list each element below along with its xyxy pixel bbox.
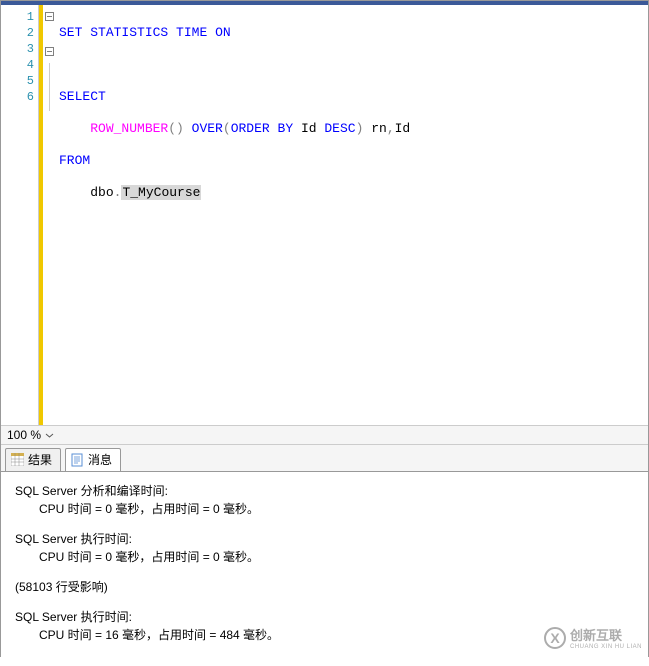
fold-line xyxy=(49,63,50,79)
watermark: X 创新互联 CHUANG XIN HU LIAN xyxy=(544,625,642,650)
result-tabs: 结果 消息 xyxy=(1,444,648,472)
keyword: ON xyxy=(215,25,231,40)
tab-messages[interactable]: 消息 xyxy=(65,448,121,471)
code-line[interactable]: SELECT xyxy=(59,89,648,105)
keyword: SET xyxy=(59,25,82,40)
keyword: DESC xyxy=(324,121,355,136)
chevron-down-icon[interactable] xyxy=(45,431,54,440)
code-text-area[interactable]: SET STATISTICS TIME ON SELECT ROW_NUMBER… xyxy=(57,5,648,425)
watermark-brand: 创新互联 xyxy=(570,628,622,643)
message-detail: CPU 时间 = 0 毫秒，占用时间 = 0 毫秒。 xyxy=(15,548,634,566)
document-icon xyxy=(70,453,84,467)
fold-toggle-icon[interactable] xyxy=(45,12,54,21)
zoom-level[interactable]: 100 % xyxy=(7,428,41,442)
message-header: SQL Server 执行时间: xyxy=(15,608,634,626)
code-line[interactable] xyxy=(59,57,648,73)
zoom-bar[interactable]: 100 % xyxy=(1,425,648,444)
code-line[interactable]: ROW_NUMBER() OVER(ORDER BY Id DESC) rn,I… xyxy=(59,121,648,137)
line-number: 5 xyxy=(1,73,34,89)
function: ROW_NUMBER xyxy=(90,121,168,136)
identifier: dbo xyxy=(90,185,113,200)
watermark-logo-icon: X xyxy=(544,627,566,649)
operator: ( xyxy=(223,121,231,136)
message-header: SQL Server 分析和编译时间: xyxy=(15,482,634,500)
grid-icon xyxy=(10,453,24,467)
message-detail: CPU 时间 = 16 毫秒，占用时间 = 484 毫秒。 xyxy=(15,626,634,644)
identifier: rn xyxy=(371,121,387,136)
line-number: 6 xyxy=(1,89,34,105)
operator: ) xyxy=(356,121,364,136)
tab-label: 消息 xyxy=(88,451,112,468)
line-number: 2 xyxy=(1,25,34,41)
line-number: 1 xyxy=(1,9,34,25)
message-block: SQL Server 分析和编译时间: CPU 时间 = 0 毫秒，占用时间 =… xyxy=(15,482,634,518)
keyword: TIME xyxy=(176,25,207,40)
code-editor[interactable]: 1 2 3 4 5 6 SET STATISTICS TIME ON SELEC… xyxy=(1,5,648,425)
fold-toggle-icon[interactable] xyxy=(45,47,54,56)
keyword: SELECT xyxy=(59,89,106,104)
code-line[interactable]: FROM xyxy=(59,153,648,169)
line-number: 4 xyxy=(1,57,34,73)
fold-line xyxy=(49,95,50,111)
operator: () xyxy=(168,121,184,136)
operator: , xyxy=(387,121,395,136)
identifier: Id xyxy=(395,121,411,136)
keyword: ORDER xyxy=(231,121,270,136)
tab-results[interactable]: 结果 xyxy=(5,448,61,471)
code-line[interactable]: dbo.T_MyCourse xyxy=(59,185,648,201)
message-header: SQL Server 执行时间: xyxy=(15,530,634,548)
fold-line xyxy=(49,79,50,95)
line-number: 3 xyxy=(1,41,34,57)
watermark-sub: CHUANG XIN HU LIAN xyxy=(570,644,642,650)
line-number-gutter: 1 2 3 4 5 6 xyxy=(1,5,39,425)
tab-label: 结果 xyxy=(28,451,52,468)
message-block: SQL Server 执行时间: CPU 时间 = 0 毫秒，占用时间 = 0 … xyxy=(15,530,634,566)
keyword: FROM xyxy=(59,153,90,168)
keyword: BY xyxy=(278,121,294,136)
fold-gutter[interactable] xyxy=(43,5,57,425)
identifier: Id xyxy=(301,121,317,136)
message-rows-affected: (58103 行受影响) xyxy=(15,578,634,596)
keyword: STATISTICS xyxy=(90,25,168,40)
message-block: SQL Server 执行时间: CPU 时间 = 16 毫秒，占用时间 = 4… xyxy=(15,608,634,644)
table-name: T_MyCourse xyxy=(121,185,201,200)
message-detail: CPU 时间 = 0 毫秒，占用时间 = 0 毫秒。 xyxy=(15,500,634,518)
keyword: OVER xyxy=(192,121,223,136)
code-line[interactable]: SET STATISTICS TIME ON xyxy=(59,25,648,41)
